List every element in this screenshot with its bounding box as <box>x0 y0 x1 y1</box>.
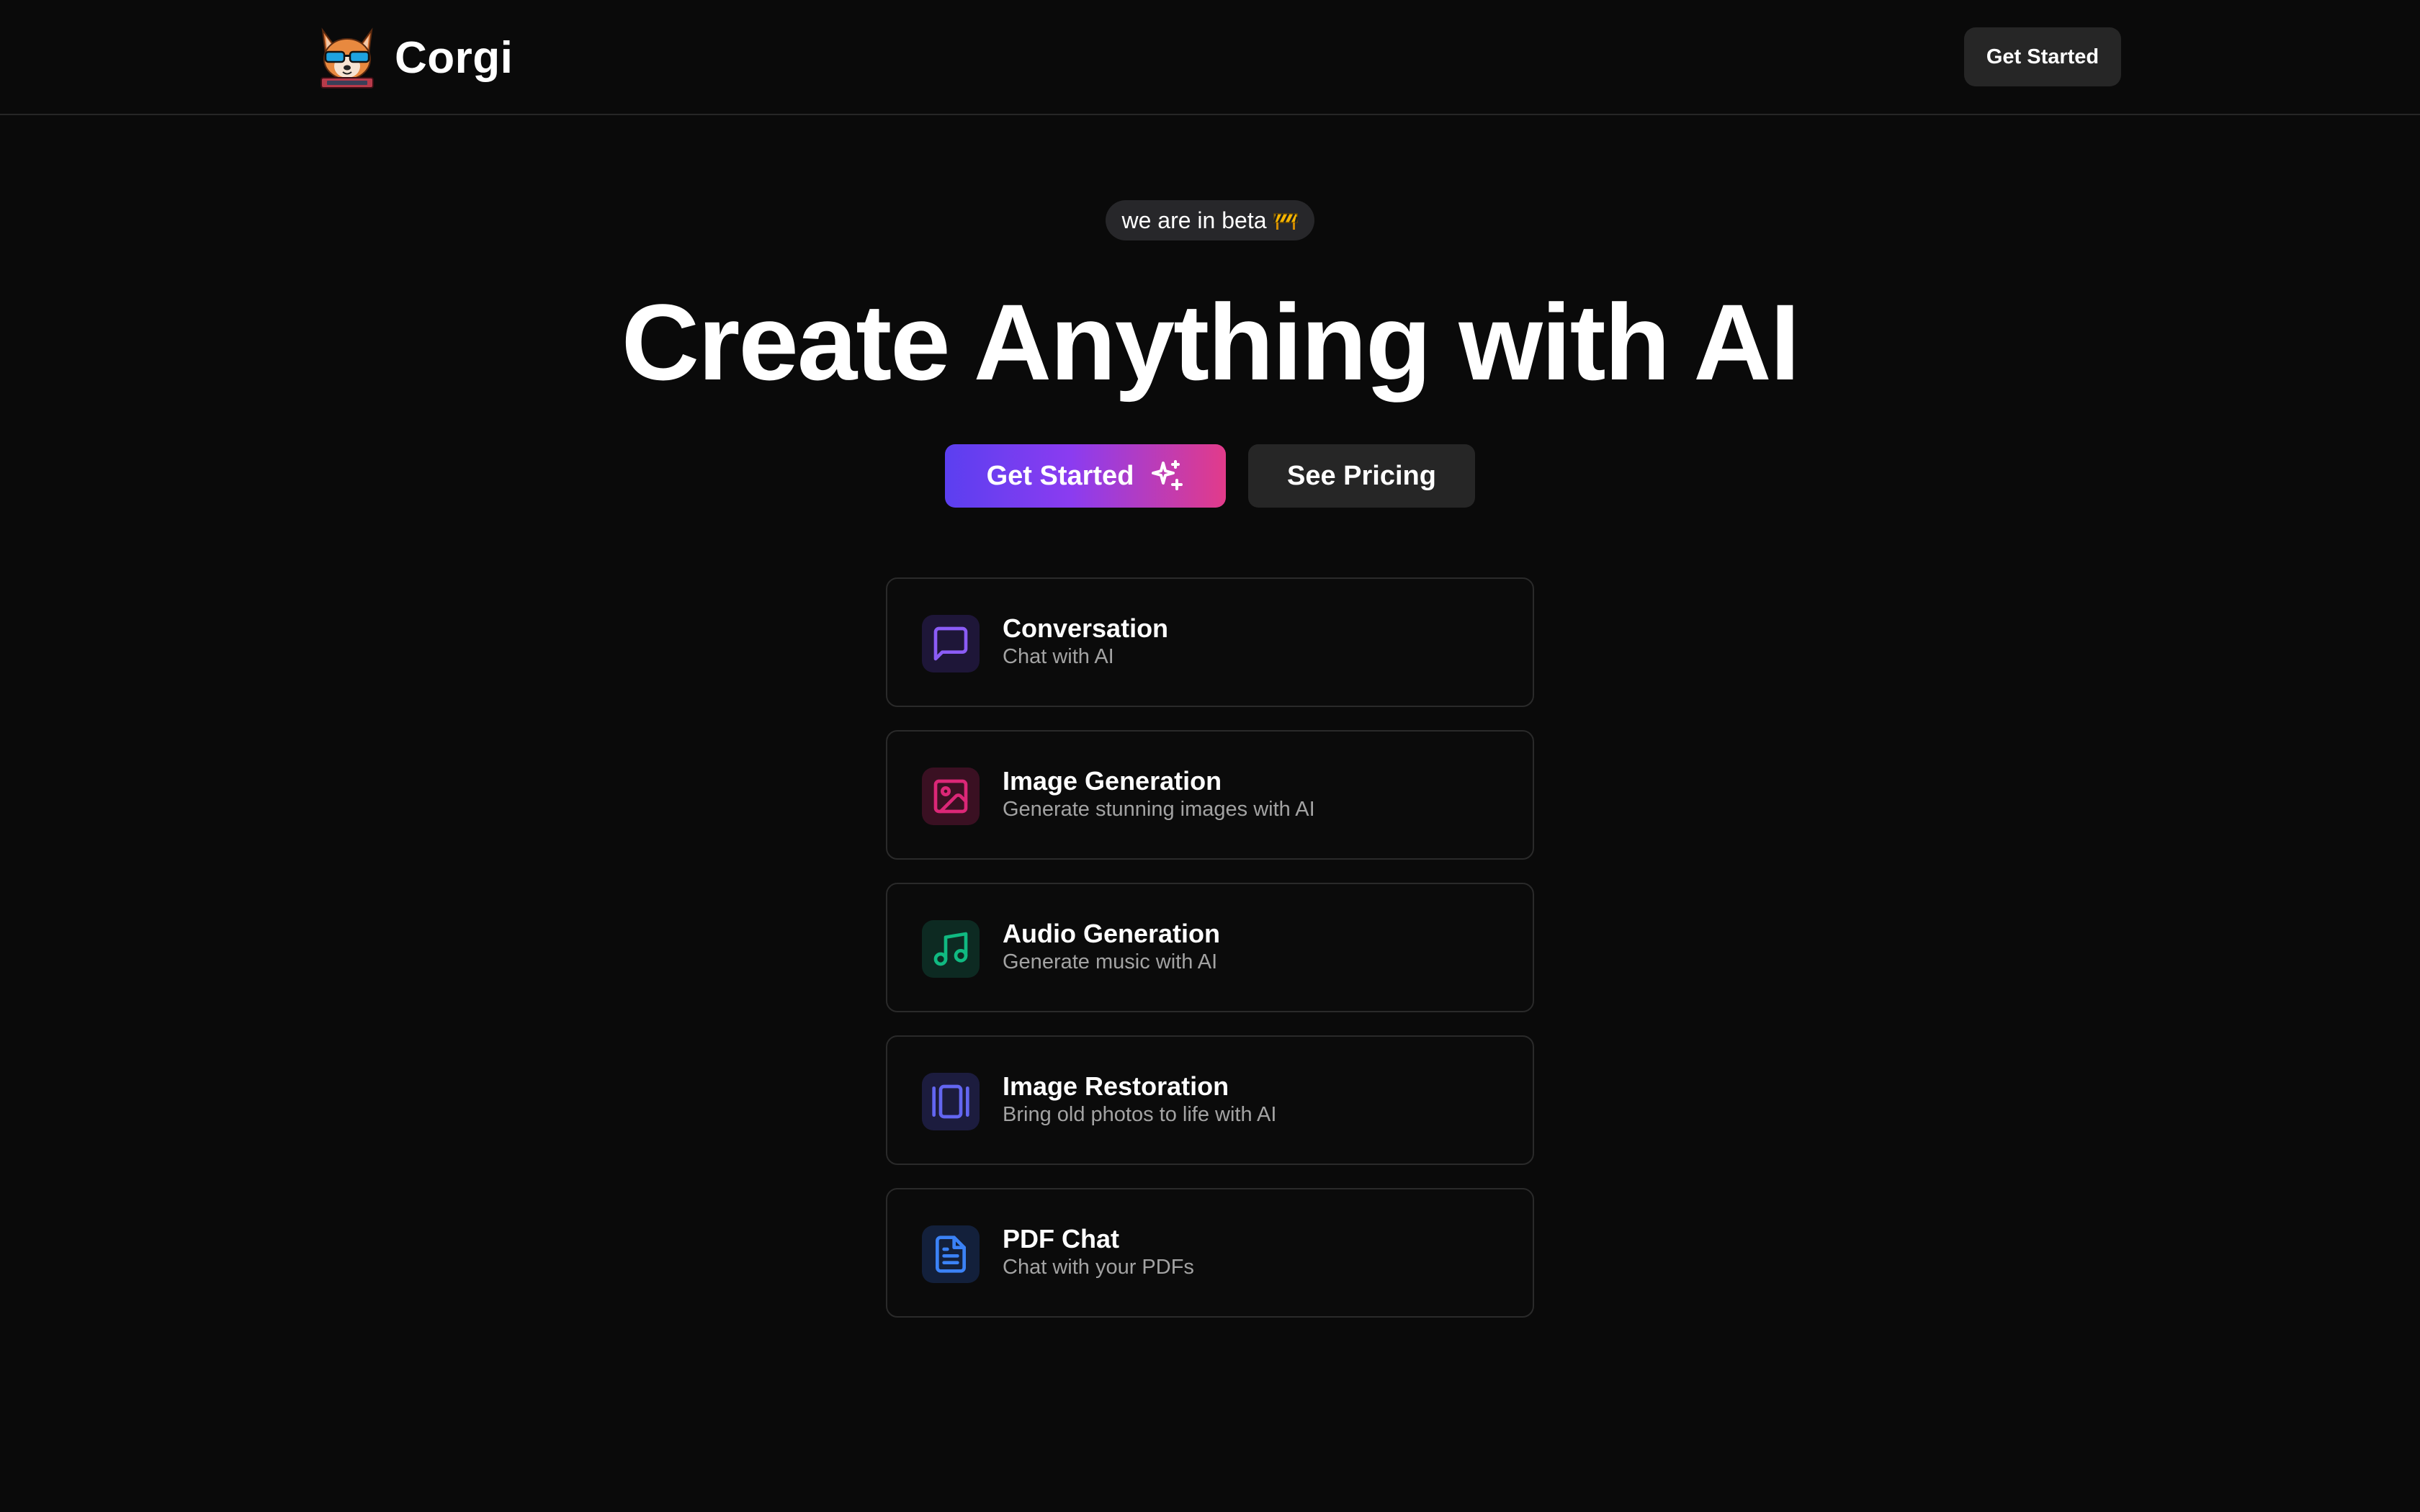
feature-title: PDF Chat <box>1003 1224 1119 1254</box>
corgi-logo-icon <box>321 27 374 89</box>
feature-icon-box <box>922 768 980 825</box>
site-header: Corgi Get Started <box>0 0 2420 115</box>
get-started-label: Get Started <box>986 460 1134 491</box>
music-icon <box>933 932 968 966</box>
feature-card-image-generation[interactable]: Image Generation Generate stunning image… <box>886 730 1534 860</box>
construction-barrier-icon <box>1273 213 1298 230</box>
feature-icon-box <box>922 920 980 978</box>
feature-description: Chat with AI <box>1003 645 1114 668</box>
see-pricing-button[interactable]: See Pricing <box>1248 444 1475 508</box>
feature-card-conversation[interactable]: Conversation Chat with AI <box>886 577 1534 707</box>
beta-badge-text: we are in beta <box>1121 207 1267 233</box>
feature-description: Chat with your PDFs <box>1003 1256 1194 1279</box>
sparkles-icon <box>1152 460 1183 490</box>
brand-name: Corgi <box>395 32 514 83</box>
beta-badge: we are in beta <box>1106 200 1314 240</box>
feature-description: Bring old photos to life with AI <box>1003 1103 1277 1126</box>
feature-card-image-restoration[interactable]: Image Restoration Bring old photos to li… <box>886 1035 1534 1165</box>
feature-card-pdf-chat[interactable]: PDF Chat Chat with your PDFs <box>886 1188 1534 1318</box>
feature-description: Generate music with AI <box>1003 950 1218 973</box>
cta-row: Get Started See Pricing <box>0 444 2420 509</box>
feature-icon-box <box>922 1225 980 1283</box>
gallery-icon <box>932 1084 969 1119</box>
image-icon <box>933 779 968 814</box>
feature-title: Image Generation <box>1003 766 1222 796</box>
file-text-icon <box>936 1236 966 1273</box>
hero-title: Create Anything with AI <box>621 282 1801 402</box>
feature-icon-box <box>922 615 980 672</box>
feature-card-audio-generation[interactable]: Audio Generation Generate music with AI <box>886 883 1534 1012</box>
feature-title: Image Restoration <box>1003 1071 1229 1101</box>
feature-title: Audio Generation <box>1003 919 1221 948</box>
feature-icon-box <box>922 1073 980 1130</box>
get-started-button[interactable]: Get Started <box>945 444 1226 508</box>
message-square-icon <box>933 626 968 661</box>
brand-logo[interactable]: Corgi <box>313 23 513 92</box>
feature-description: Generate stunning images with AI <box>1003 798 1315 821</box>
feature-list: Conversation Chat with AI Image Generati… <box>886 577 1534 1341</box>
header-get-started-button[interactable]: Get Started <box>1964 27 2121 86</box>
feature-title: Conversation <box>1003 613 1169 643</box>
